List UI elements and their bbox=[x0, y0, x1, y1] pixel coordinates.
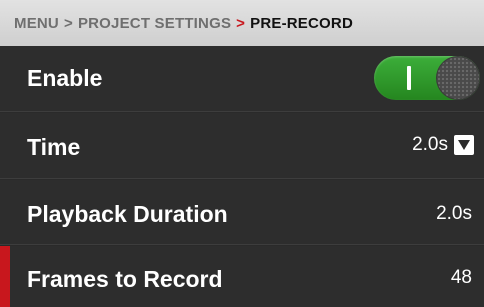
setting-row-enable: Enable bbox=[0, 46, 484, 112]
frames-to-record-label: Frames to Record bbox=[27, 266, 223, 292]
selection-indicator bbox=[0, 246, 10, 307]
time-value: 2.0s bbox=[412, 134, 448, 155]
breadcrumb-separator-active: > bbox=[236, 14, 246, 32]
chevron-down-icon[interactable] bbox=[454, 135, 474, 155]
time-dropdown[interactable]: 2.0s bbox=[412, 134, 474, 156]
breadcrumb-item-menu[interactable]: MENU bbox=[14, 15, 59, 32]
playback-duration-label: Playback Duration bbox=[27, 201, 228, 227]
breadcrumb: MENU > PROJECT SETTINGS > PRE-RECORD bbox=[0, 0, 484, 46]
playback-duration-value: 2.0s bbox=[436, 203, 472, 224]
enable-toggle[interactable] bbox=[374, 56, 480, 100]
setting-row-playback-duration[interactable]: Playback Duration 2.0s bbox=[0, 180, 484, 245]
breadcrumb-current-page: PRE-RECORD bbox=[250, 14, 353, 32]
toggle-knob-icon bbox=[437, 57, 479, 99]
time-label: Time bbox=[27, 134, 81, 160]
enable-label: Enable bbox=[27, 65, 103, 91]
frames-to-record-value: 48 bbox=[450, 267, 472, 288]
setting-row-time[interactable]: Time 2.0s bbox=[0, 113, 484, 179]
pre-record-settings-screen: MENU > PROJECT SETTINGS > PRE-RECORD Ena… bbox=[0, 0, 484, 307]
setting-row-frames-to-record[interactable]: Frames to Record 48 bbox=[0, 246, 484, 307]
toggle-on-indicator bbox=[407, 66, 411, 90]
breadcrumb-item-project-settings[interactable]: PROJECT SETTINGS bbox=[78, 15, 231, 32]
breadcrumb-separator: > bbox=[63, 14, 73, 32]
